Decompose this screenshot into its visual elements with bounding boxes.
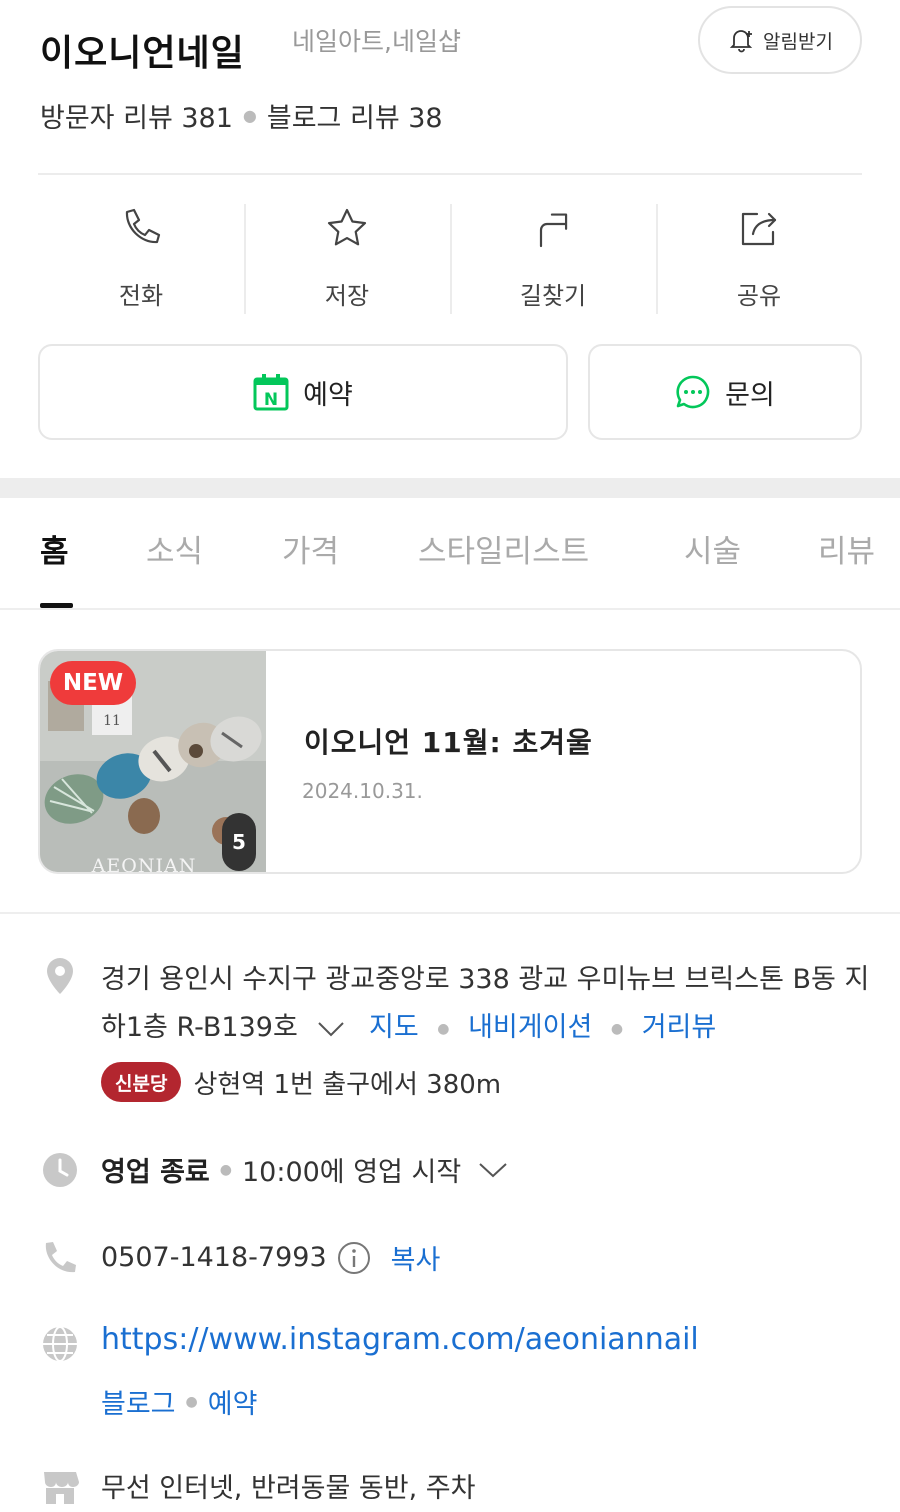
separator-dot: ●: [610, 1020, 624, 1037]
separator-dot: ●: [242, 106, 257, 125]
inquiry-label: 문의: [725, 379, 775, 411]
navigation-link[interactable]: 내비게이션: [468, 1012, 592, 1043]
subway-info: 신분당 상현역 1번 출구에서 380m: [101, 1062, 501, 1102]
hours-status: 영업 종료: [101, 1157, 210, 1188]
store-icon: [44, 1472, 79, 1504]
map-link[interactable]: 지도: [369, 1012, 419, 1043]
news-card[interactable]: 11 AEONIAN NEW 5 이오니언 11월: 초겨울 2024.10.3…: [38, 649, 862, 874]
street-view-link[interactable]: 거리뷰: [642, 1012, 717, 1043]
place-header: 이오니언네일 네일아트,네일샵 알림받기: [40, 6, 862, 80]
tab-treatment[interactable]: 시술: [684, 526, 741, 571]
tab-home[interactable]: 홈: [40, 526, 69, 571]
phone-icon: [125, 208, 161, 244]
call-button[interactable]: 전화: [38, 190, 244, 320]
chat-bubble-icon: [676, 375, 710, 409]
thumb-watermark: AEONIAN: [91, 855, 197, 874]
news-thumbnail: 11 AEONIAN NEW 5: [40, 651, 266, 874]
booking-link[interactable]: 예약: [208, 1382, 258, 1421]
section-separator: [0, 478, 900, 498]
tab-stylist[interactable]: 스타일리스트: [418, 526, 589, 571]
amenities-text: 무선 인터넷, 반려동물 동반, 주차: [101, 1473, 476, 1504]
separator-dot: ●: [185, 1393, 198, 1410]
reserve-button[interactable]: N 예약: [38, 344, 568, 440]
divider: [38, 173, 862, 175]
phone-icon: [45, 1242, 76, 1273]
tab-bar: 홈 소식 가격 스타일리스트 시술 리뷰: [0, 498, 900, 610]
hours-next: 10:00에 영업 시작: [241, 1157, 462, 1188]
chevron-down-icon[interactable]: [477, 1160, 509, 1180]
globe-icon: [43, 1326, 77, 1362]
chevron-down-icon[interactable]: [316, 1019, 346, 1039]
action-bar: 전화 저장 길찾기 공유: [38, 190, 862, 320]
blog-review-link[interactable]: 블로그 리뷰 38: [267, 96, 443, 135]
subway-text: 상현역 1번 출구에서 380m: [193, 1069, 502, 1100]
action-label: 공유: [736, 282, 782, 310]
visitor-review-link[interactable]: 방문자 리뷰 381: [40, 96, 233, 135]
phone-number[interactable]: 0507-1418-7993: [101, 1242, 327, 1273]
save-button[interactable]: 저장: [244, 190, 450, 320]
naver-booking-icon: N: [253, 374, 289, 411]
svg-text:N: N: [264, 390, 278, 410]
separator-dot: ●: [219, 1161, 232, 1178]
address-block: 경기 용인시 수지구 광교중앙로 338 광교 우미뉴브 브릭스톤 B동 지하1…: [101, 956, 871, 1053]
news-date: 2024.10.31.: [302, 779, 423, 803]
phone-row: 0507-1418-7993 복사: [101, 1238, 440, 1277]
active-tab-indicator: [40, 603, 73, 608]
photo-count-badge: 5: [222, 813, 256, 871]
share-button[interactable]: 공유: [656, 190, 862, 320]
tab-price[interactable]: 가격: [282, 526, 339, 571]
divider: [0, 912, 900, 914]
directions-icon: [539, 213, 568, 248]
action-label: 길찾기: [519, 282, 587, 310]
copy-button[interactable]: 복사: [391, 1238, 441, 1277]
review-summary: 방문자 리뷰 381 ● 블로그 리뷰 38: [40, 96, 443, 135]
location-pin-icon: [47, 958, 73, 994]
star-icon: [327, 208, 367, 246]
reserve-label: 예약: [303, 379, 353, 411]
bell-plus-icon: [729, 30, 753, 53]
news-title: 이오니언 11월: 초겨울: [304, 726, 593, 759]
separator-dot: ●: [437, 1020, 450, 1037]
new-badge: NEW: [50, 661, 136, 705]
website-link[interactable]: https://www.instagram.com/aeoniannail: [101, 1322, 699, 1357]
subway-line-badge: 신분당: [101, 1062, 182, 1102]
extra-links: 블로그 ● 예약: [101, 1382, 257, 1421]
place-category: 네일아트,네일샵: [292, 27, 461, 56]
directions-button[interactable]: 길찾기: [450, 190, 656, 320]
inquiry-button[interactable]: 문의: [588, 344, 862, 440]
share-icon: [741, 212, 777, 246]
notify-button[interactable]: 알림받기: [698, 6, 862, 74]
action-label: 저장: [324, 282, 370, 310]
primary-buttons: N 예약 문의: [38, 344, 862, 440]
blog-link[interactable]: 블로그: [101, 1382, 176, 1421]
thumb-card-number: 11: [103, 713, 121, 729]
action-label: 전화: [118, 282, 164, 310]
info-circle-icon[interactable]: [337, 1241, 371, 1275]
notify-label: 알림받기: [763, 30, 833, 53]
clock-icon: [43, 1153, 77, 1187]
tab-news[interactable]: 소식: [146, 526, 203, 571]
business-hours[interactable]: 영업 종료 ● 10:00에 영업 시작: [101, 1150, 509, 1189]
place-name: 이오니언네일: [40, 33, 245, 74]
tab-review[interactable]: 리뷰: [818, 526, 875, 571]
